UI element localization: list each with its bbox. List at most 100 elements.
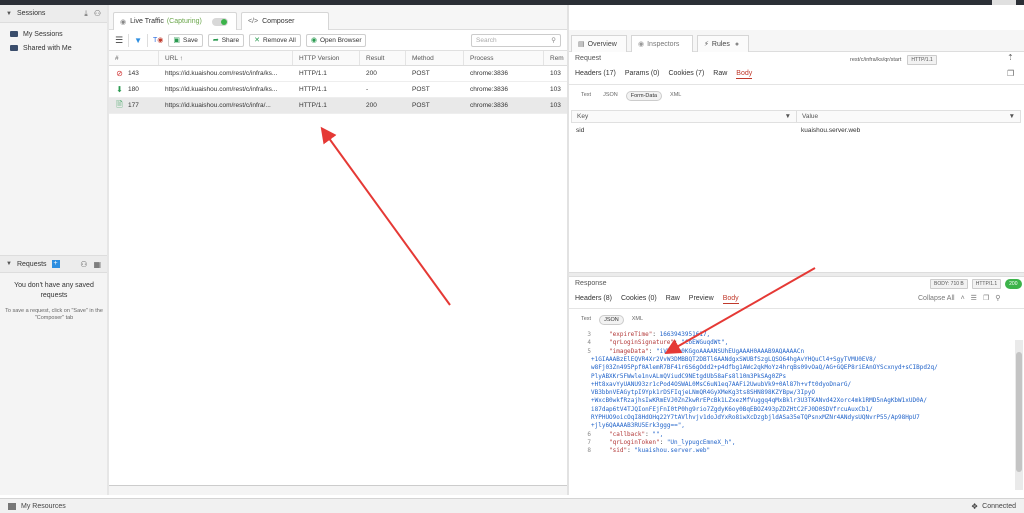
filter-icon[interactable]: ▼ bbox=[134, 36, 142, 45]
tab-live-traffic[interactable]: ◉ Live Traffic (Capturing) bbox=[113, 12, 237, 30]
users-icon[interactable]: ⚇ bbox=[94, 9, 101, 19]
filter-clear-icon[interactable]: T◉ bbox=[153, 36, 163, 44]
line-number: 4 bbox=[587, 339, 591, 347]
tab-overview[interactable]: ▤ Overview bbox=[571, 35, 627, 52]
table-row[interactable]: ⬇ 180 https://id.kuaishou.com/rest/c/infr… bbox=[109, 82, 567, 98]
collapse-all-button[interactable]: Collapse All bbox=[918, 295, 955, 302]
collapse-panel-icon[interactable]: ⇡ bbox=[1007, 53, 1014, 62]
tab-composer[interactable]: </> Composer bbox=[241, 12, 329, 30]
bolt-icon: ⚡ bbox=[704, 41, 709, 48]
table-row-selected[interactable]: 🗎 177 https://id.kuaishou.com/rest/c/infr… bbox=[109, 98, 567, 114]
col-header-process[interactable]: Process bbox=[464, 51, 544, 65]
capture-toggle[interactable] bbox=[211, 17, 228, 26]
row-result: - bbox=[366, 86, 369, 93]
my-resources-label[interactable]: My Resources bbox=[21, 503, 66, 510]
col-header-method[interactable]: Method bbox=[406, 51, 464, 65]
tab-response-preview[interactable]: Preview bbox=[689, 295, 714, 304]
sidebar-item-label: My Sessions bbox=[23, 30, 63, 38]
add-request-icon[interactable]: + bbox=[51, 260, 60, 268]
request-meta: rest/c/infra/ks/qr/start HTTP/1.1 bbox=[850, 55, 937, 65]
chevron-up-icon[interactable]: ˄ bbox=[961, 295, 965, 302]
mode-text[interactable]: Text bbox=[577, 315, 595, 325]
sidebar-item-shared[interactable]: Shared with Me bbox=[0, 41, 107, 55]
open-browser-button[interactable]: ◉ Open Browser bbox=[305, 33, 367, 47]
code-line: "qrLoginToken": "Un_lypugcEmneX_h", bbox=[609, 438, 736, 446]
code-line: +Ht8xavYyUANU93zr1cPod4OSWAL0MsC6uN1eq7A… bbox=[591, 380, 852, 388]
mode-text[interactable]: Text bbox=[577, 91, 595, 101]
annotation-arrow-grid bbox=[320, 126, 451, 306]
col-header-id[interactable]: # bbox=[109, 51, 159, 65]
sidebar-item-my-sessions[interactable]: My Sessions bbox=[0, 27, 107, 41]
tab-request-headers[interactable]: Headers (17) bbox=[575, 70, 616, 79]
value-column-label: Value bbox=[802, 113, 819, 120]
share-button[interactable]: ➦ Share bbox=[207, 33, 245, 47]
tab-inspectors[interactable]: ◉ Inspectors bbox=[631, 35, 693, 52]
col-header-result[interactable]: Result bbox=[360, 51, 406, 65]
remove-all-label: Remove All bbox=[262, 36, 296, 44]
mode-json[interactable]: JSON bbox=[599, 91, 622, 101]
users-icon[interactable]: ⚇ bbox=[80, 260, 87, 269]
form-data-row[interactable]: sid kuaishou.server.web bbox=[571, 124, 1021, 136]
sessions-label: Sessions bbox=[16, 10, 46, 17]
download-icon[interactable]: ⤓ bbox=[84, 9, 88, 19]
remove-all-button[interactable]: ✕ Remove All bbox=[249, 33, 301, 47]
filter-icon[interactable]: ▼ bbox=[785, 113, 791, 120]
eye-icon: ◉ bbox=[638, 41, 645, 48]
response-scrollbar[interactable] bbox=[1015, 340, 1023, 490]
request-http-badge: HTTP/1.1 bbox=[907, 55, 937, 65]
col-header-version[interactable]: HTTP Version bbox=[293, 51, 360, 65]
filter-icon[interactable]: ▼ bbox=[1009, 113, 1015, 120]
grid-hscroll[interactable] bbox=[109, 485, 567, 495]
folder-add-icon[interactable]: ▦ bbox=[93, 260, 101, 269]
collapse-triangle-icon[interactable]: ▼ bbox=[6, 261, 12, 267]
tab-request-raw[interactable]: Raw bbox=[713, 70, 727, 79]
code-line: "sid": "kuaishou.server.web" bbox=[609, 447, 711, 455]
row-version: HTTP/1.1 bbox=[299, 102, 327, 109]
capturing-label: (Capturing) bbox=[166, 18, 202, 25]
save-button[interactable]: ▣ Save bbox=[168, 33, 203, 47]
copy-icon[interactable]: ❐ bbox=[1007, 69, 1014, 78]
search-icon[interactable]: ⚲ bbox=[995, 294, 1000, 302]
tab-response-raw[interactable]: Raw bbox=[666, 295, 680, 304]
toggle-dot-icon[interactable]: ● bbox=[735, 41, 739, 48]
key-column-label: Key bbox=[577, 113, 589, 120]
collapse-triangle-icon[interactable]: ▼ bbox=[6, 11, 12, 17]
tab-rules[interactable]: ⚡ Rules ● bbox=[697, 35, 749, 52]
search-placeholder: Search bbox=[476, 37, 497, 44]
request-response-splitter[interactable] bbox=[569, 272, 1024, 277]
code-line: PlyABXKr5FWwle1nvALmQViudC9NEtgdUb58aFs8… bbox=[591, 372, 787, 380]
tab-label: Composer bbox=[262, 18, 295, 25]
col-header-url[interactable]: URL ↑ bbox=[159, 51, 293, 65]
resources-icon[interactable] bbox=[8, 502, 16, 510]
folder-icon bbox=[10, 31, 18, 37]
row-method: POST bbox=[412, 70, 430, 77]
requests-header[interactable]: ▼ Requests + ⚇ ▦ bbox=[0, 255, 107, 273]
requests-label: Requests bbox=[16, 260, 47, 268]
list-icon[interactable]: ☰ bbox=[971, 294, 977, 302]
tab-request-cookies[interactable]: Cookies (7) bbox=[668, 70, 704, 79]
tab-response-cookies[interactable]: Cookies (0) bbox=[621, 295, 657, 304]
mode-form-data[interactable]: Form-Data bbox=[625, 91, 663, 101]
menu-icon[interactable]: ☰ bbox=[115, 35, 123, 46]
save-icon: ▣ bbox=[173, 37, 181, 44]
code-line: i87dap6tV4TJQIonFEjFnI0tP0hg9rio7ZgdyK6o… bbox=[591, 405, 873, 413]
sessions-header[interactable]: ▼ Sessions ⤓ ⚇ bbox=[0, 5, 107, 23]
mode-xml[interactable]: XML bbox=[666, 91, 685, 101]
tab-request-params[interactable]: Params (0) bbox=[625, 70, 660, 79]
row-version: HTTP/1.1 bbox=[299, 70, 327, 77]
col-header-remote[interactable]: Rem bbox=[544, 51, 567, 65]
tab-response-body[interactable]: Body bbox=[722, 295, 739, 304]
pane-splitter[interactable] bbox=[567, 5, 569, 495]
tab-response-headers[interactable]: Headers (8) bbox=[575, 295, 612, 304]
mode-xml[interactable]: XML bbox=[628, 315, 647, 325]
status-badge: 200 bbox=[1005, 279, 1022, 289]
tab-request-body[interactable]: Body bbox=[736, 70, 753, 79]
copy-icon[interactable]: ❐ bbox=[983, 294, 989, 302]
search-input[interactable]: Search ⚲ bbox=[471, 34, 561, 47]
shared-folder-icon bbox=[10, 45, 18, 51]
line-number: 5 bbox=[587, 347, 591, 355]
table-row[interactable]: ⊘ 143 https://id.kuaishou.com/rest/c/infr… bbox=[109, 66, 567, 82]
code-line: VB3bbnVEAGytpI9Ypk1rDSFIqjeLNmQR4GyXMeKg… bbox=[591, 389, 815, 397]
mode-json[interactable]: JSON bbox=[599, 315, 624, 325]
response-json-viewer[interactable]: 3 "expireTime": 1663943951617, 4 "qrLoginSi… bbox=[571, 331, 1011, 491]
